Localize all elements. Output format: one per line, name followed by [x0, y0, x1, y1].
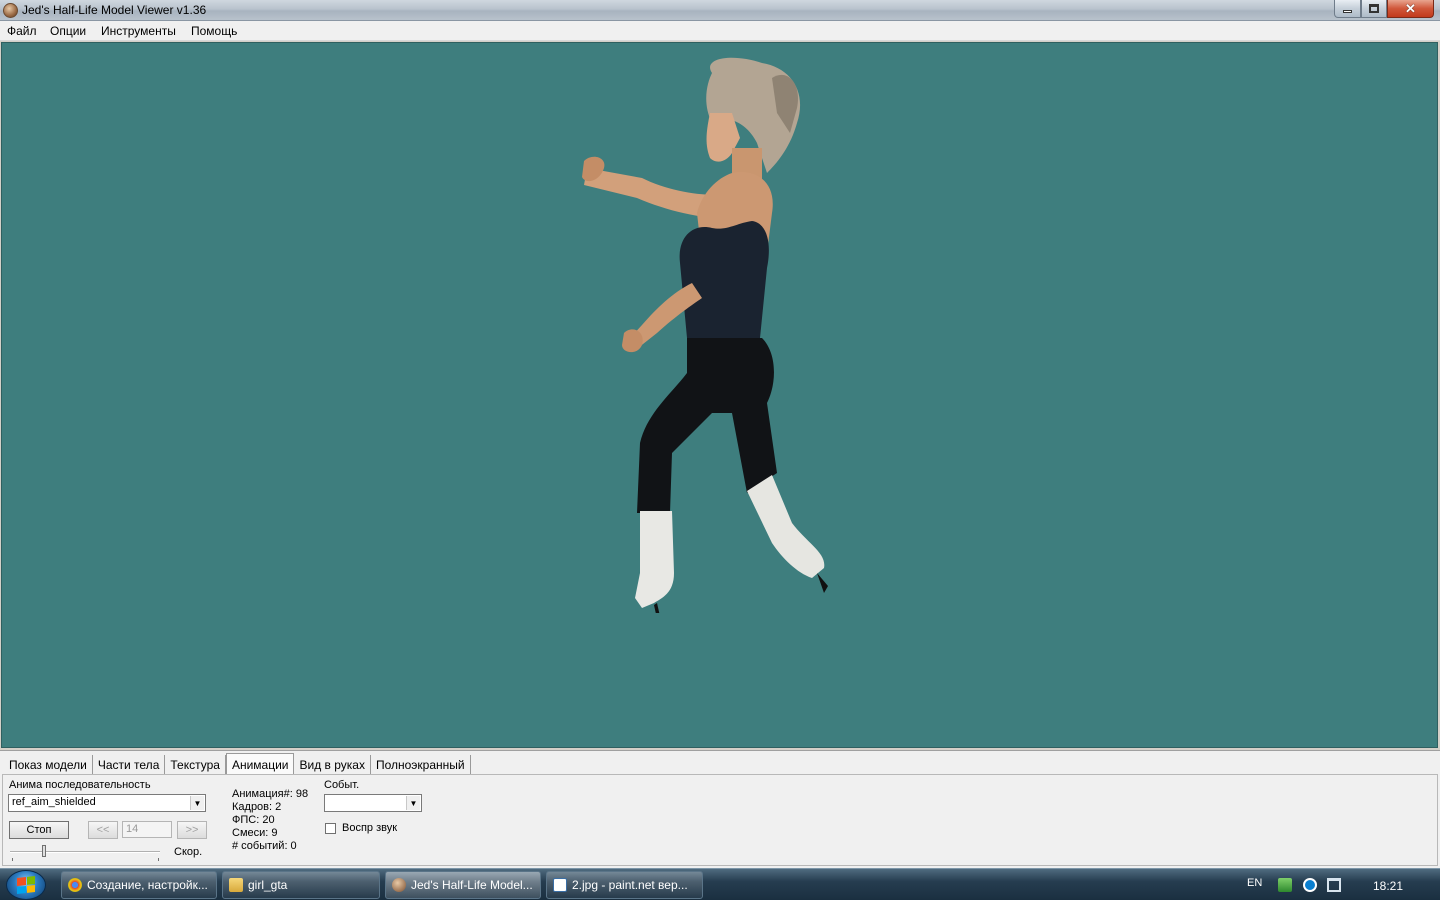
model-viewport[interactable] — [1, 42, 1438, 748]
tab-animations[interactable]: Анимации — [225, 753, 295, 776]
skype-icon[interactable] — [1303, 878, 1317, 892]
taskbar: Создание, настройк... girl_gta Jed's Hal… — [0, 868, 1440, 900]
speed-slider-track[interactable] — [10, 851, 160, 853]
event-label: Событ. — [324, 779, 360, 791]
sequence-label: Анима последовательность — [9, 779, 151, 791]
task-chrome[interactable]: Создание, настройк... — [61, 871, 217, 899]
frame-input[interactable]: 14 — [122, 821, 172, 838]
restore-icon — [1369, 4, 1379, 13]
menu-bar: Файл Опции Инструменты Помощь — [0, 21, 1440, 41]
tab-strip: Показ модели Части тела Текстура Анимаци… — [4, 753, 471, 776]
hlmv-icon — [392, 878, 406, 892]
chrome-icon — [68, 878, 82, 892]
fps-text: ФПС: 20 — [232, 814, 275, 826]
clock[interactable]: 18:21 — [1373, 879, 1403, 893]
close-icon: ✕ — [1405, 1, 1416, 16]
minimize-icon — [1343, 10, 1352, 13]
task-label: girl_gta — [248, 878, 288, 892]
task-paintnet[interactable]: 2.jpg - paint.net вер... — [546, 871, 703, 899]
next-frame-button[interactable]: >> — [177, 821, 207, 839]
character-model — [582, 57, 828, 613]
maximize-button[interactable] — [1361, 0, 1387, 18]
paintnet-icon — [553, 878, 567, 892]
frames-count-text: Кадров: 2 — [232, 801, 282, 813]
tab-fullscreen[interactable]: Полноэкранный — [370, 755, 471, 775]
tab-model-display[interactable]: Показ модели — [4, 755, 93, 775]
network-share-icon[interactable] — [1278, 878, 1292, 892]
slider-tick — [158, 858, 159, 861]
prev-frame-button[interactable]: << — [88, 821, 118, 839]
events-count-text: # событий: 0 — [232, 840, 297, 852]
blends-text: Смеси: 9 — [232, 827, 278, 839]
sequence-dropdown[interactable]: ref_aim_shielded ▼ — [8, 794, 206, 812]
animation-tab-body — [2, 774, 1438, 866]
title-bar[interactable]: Jed's Half-Life Model Viewer v1.36 ✕ — [0, 0, 1440, 21]
folder-icon — [229, 878, 243, 892]
chevron-down-icon[interactable]: ▼ — [406, 796, 420, 810]
tab-body-parts[interactable]: Части тела — [92, 755, 166, 775]
speed-slider-thumb[interactable] — [42, 845, 46, 857]
sequence-value: ref_aim_shielded — [12, 796, 96, 808]
task-label: Создание, настройк... — [87, 878, 208, 892]
anim-number-text: Анимация#: 98 — [232, 788, 309, 800]
play-sound-checkbox[interactable] — [325, 823, 336, 834]
network-icon[interactable] — [1327, 878, 1341, 892]
menu-help[interactable]: Помощь — [191, 24, 237, 38]
control-panel: Показ модели Части тела Текстура Анимаци… — [0, 750, 1440, 868]
play-sound-label[interactable]: Воспр звук — [342, 822, 397, 834]
menu-tools[interactable]: Инструменты — [101, 24, 176, 38]
slider-tick — [12, 858, 13, 861]
tab-weapon-view[interactable]: Вид в руках — [294, 755, 371, 775]
task-label: Jed's Half-Life Model... — [411, 878, 533, 892]
speed-label: Скор. — [174, 846, 203, 858]
task-label: 2.jpg - paint.net вер... — [572, 878, 688, 892]
menu-file[interactable]: Файл — [7, 24, 37, 38]
menu-options[interactable]: Опции — [50, 24, 86, 38]
chevron-down-icon[interactable]: ▼ — [190, 796, 204, 810]
windows-logo-icon — [17, 876, 35, 894]
start-button[interactable] — [6, 870, 46, 900]
tab-texture[interactable]: Текстура — [165, 755, 226, 775]
event-dropdown[interactable]: ▼ — [324, 794, 422, 812]
minimize-button[interactable] — [1334, 0, 1361, 18]
app-icon[interactable] — [3, 3, 18, 18]
close-button[interactable]: ✕ — [1387, 0, 1434, 18]
window-title: Jed's Half-Life Model Viewer v1.36 — [22, 3, 207, 17]
task-hlmv[interactable]: Jed's Half-Life Model... — [385, 871, 541, 899]
stop-button[interactable]: Стоп — [9, 821, 69, 839]
task-folder[interactable]: girl_gta — [222, 871, 380, 899]
language-indicator[interactable]: EN — [1247, 877, 1262, 889]
